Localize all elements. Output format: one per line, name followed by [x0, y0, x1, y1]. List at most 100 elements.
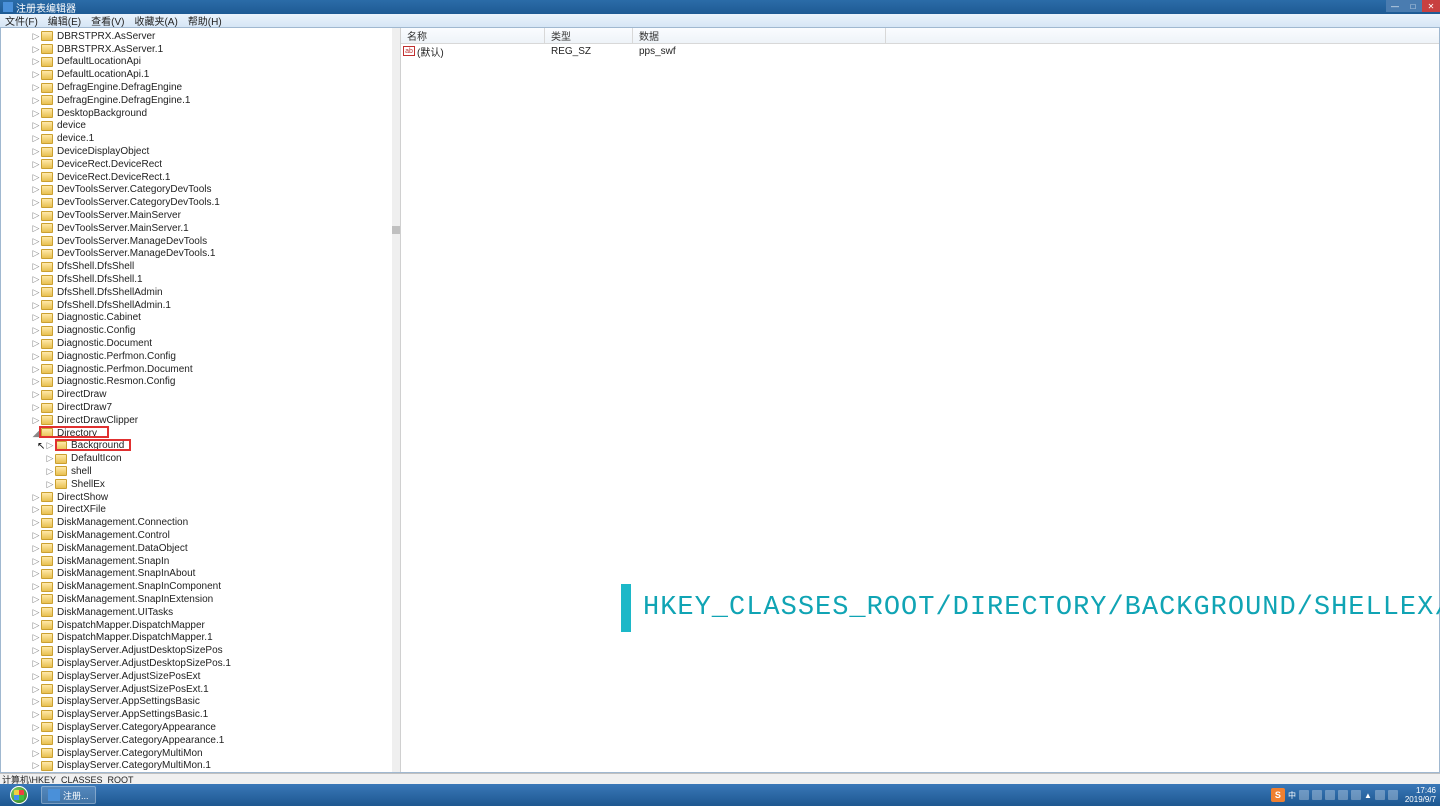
tree-item[interactable]: ▷DeviceDisplayObject: [1, 145, 400, 158]
expander-icon[interactable]: ▷: [31, 172, 41, 183]
tray-volume-icon[interactable]: [1375, 790, 1385, 800]
maximize-button[interactable]: □: [1404, 0, 1422, 12]
tree-item[interactable]: ◢Directory: [1, 427, 400, 440]
tree-item[interactable]: ▷DirectShow: [1, 491, 400, 504]
tray-shield-icon[interactable]: [1338, 790, 1348, 800]
expander-icon[interactable]: ▷: [31, 556, 41, 567]
tree-item[interactable]: ▷DiskManagement.SnapInComponent: [1, 580, 400, 593]
expander-icon[interactable]: ▷: [31, 44, 41, 55]
tree-item[interactable]: ▷DfsShell.DfsShell.1: [1, 273, 400, 286]
tree-item[interactable]: ▷DevToolsServer.ManageDevTools: [1, 235, 400, 248]
tree-item[interactable]: ▷DisplayServer.AdjustSizePosExt: [1, 670, 400, 683]
tree-item[interactable]: ▷DfsShell.DfsShell: [1, 260, 400, 273]
expander-icon[interactable]: ▷: [31, 530, 41, 541]
expander-icon[interactable]: ▷: [31, 376, 41, 387]
expander-icon[interactable]: ▷: [31, 760, 41, 771]
tree-item[interactable]: ▷DevToolsServer.ManageDevTools.1: [1, 248, 400, 261]
expander-icon[interactable]: ▷: [31, 146, 41, 157]
tree-item[interactable]: ▷DefragEngine.DefragEngine: [1, 81, 400, 94]
tree-item[interactable]: ▷Background: [1, 440, 400, 453]
tray-chevron-icon[interactable]: ▲: [1364, 791, 1372, 800]
expander-icon[interactable]: ▷: [31, 402, 41, 413]
tree-item[interactable]: ▷Diagnostic.Config: [1, 324, 400, 337]
expander-icon[interactable]: ▷: [31, 133, 41, 144]
expander-icon[interactable]: ▷: [31, 735, 41, 746]
tree-item[interactable]: ▷DevToolsServer.CategoryDevTools: [1, 184, 400, 197]
expander-icon[interactable]: ▷: [31, 709, 41, 720]
expander-icon[interactable]: ▷: [31, 197, 41, 208]
tree-item[interactable]: ▷DevToolsServer.MainServer: [1, 209, 400, 222]
tree-item[interactable]: ▷DBRSTPRX.AsServer.1: [1, 43, 400, 56]
tree-item[interactable]: ▷DiskManagement.SnapIn: [1, 555, 400, 568]
tree-item[interactable]: ▷DiskManagement.Connection: [1, 516, 400, 529]
expander-icon[interactable]: ▷: [31, 504, 41, 515]
tree-item[interactable]: ▷DisplayServer.CategoryAppearance.1: [1, 734, 400, 747]
expander-icon[interactable]: ▷: [31, 108, 41, 119]
ime-indicator[interactable]: 中: [1288, 790, 1296, 801]
expander-icon[interactable]: ▷: [31, 517, 41, 528]
tree-item[interactable]: ▷DiskManagement.SnapInExtension: [1, 593, 400, 606]
tree-item[interactable]: ▷DisplayServer.CategoryMultiMon: [1, 747, 400, 760]
tree-item[interactable]: ▷Diagnostic.Cabinet: [1, 312, 400, 325]
expander-icon[interactable]: ▷: [31, 415, 41, 426]
tray-headset-icon[interactable]: [1312, 790, 1322, 800]
expander-icon[interactable]: ▷: [31, 364, 41, 375]
tree-item[interactable]: ▷device: [1, 120, 400, 133]
tree-pane[interactable]: ▷DBRSTPRX.AsServer▷DBRSTPRX.AsServer.1▷D…: [1, 28, 401, 772]
expander-icon[interactable]: ▷: [31, 351, 41, 362]
tree-item[interactable]: ▷DfsShell.DfsShellAdmin: [1, 286, 400, 299]
menu-view[interactable]: 查看(V): [86, 13, 129, 28]
tray-monitor-icon[interactable]: [1351, 790, 1361, 800]
tree-item[interactable]: ▷DisplayServer.CategoryAppearance: [1, 721, 400, 734]
expander-icon[interactable]: ▷: [31, 338, 41, 349]
expander-icon[interactable]: ▷: [31, 159, 41, 170]
column-type[interactable]: 类型: [545, 28, 633, 43]
tree-item[interactable]: ▷device.1: [1, 132, 400, 145]
tree-item[interactable]: ▷DeviceRect.DeviceRect.1: [1, 171, 400, 184]
tree-item[interactable]: ▷DisplayServer.AdjustDesktopSizePos: [1, 644, 400, 657]
tree-item[interactable]: ▷DiskManagement.Control: [1, 529, 400, 542]
close-button[interactable]: ✕: [1422, 0, 1440, 12]
expander-icon[interactable]: ▷: [31, 56, 41, 67]
tree-item[interactable]: ▷DeviceRect.DeviceRect: [1, 158, 400, 171]
expander-icon[interactable]: ▷: [31, 620, 41, 631]
minimize-button[interactable]: —: [1386, 0, 1404, 12]
scrollbar-thumb[interactable]: [392, 226, 400, 234]
tree-item[interactable]: ▷DBRSTPRX.AsServer: [1, 30, 400, 43]
expander-icon[interactable]: ▷: [31, 236, 41, 247]
tree-item[interactable]: ▷shell: [1, 465, 400, 478]
expander-icon[interactable]: ▷: [31, 568, 41, 579]
tree-item[interactable]: ▷DiskManagement.SnapInAbout: [1, 567, 400, 580]
expander-icon[interactable]: ▷: [31, 748, 41, 759]
tree-item[interactable]: ▷DevToolsServer.CategoryDevTools.1: [1, 196, 400, 209]
tree-item[interactable]: ▷DisplayServer.AppSettingsBasic.1: [1, 708, 400, 721]
menu-edit[interactable]: 编辑(E): [43, 13, 86, 28]
expander-icon[interactable]: ▷: [31, 722, 41, 733]
expander-icon[interactable]: ▷: [31, 300, 41, 311]
tree-item[interactable]: ▷ShellEx: [1, 478, 400, 491]
tree-item[interactable]: ▷DesktopBackground: [1, 107, 400, 120]
tree-item[interactable]: ▷DispatchMapper.DispatchMapper.1: [1, 631, 400, 644]
expander-icon[interactable]: ▷: [31, 82, 41, 93]
expander-icon[interactable]: ▷: [31, 594, 41, 605]
tree-item[interactable]: ▷DiskManagement.DataObject: [1, 542, 400, 555]
expander-icon[interactable]: ▷: [31, 671, 41, 682]
expander-icon[interactable]: ▷: [31, 492, 41, 503]
titlebar[interactable]: 注册表编辑器 — □ ✕: [0, 0, 1440, 14]
tray-moon-icon[interactable]: [1299, 790, 1309, 800]
tree-item[interactable]: ▷DirectDraw: [1, 388, 400, 401]
expander-icon[interactable]: ▷: [31, 95, 41, 106]
expander-icon[interactable]: ▷: [31, 69, 41, 80]
expander-icon[interactable]: ▷: [45, 479, 55, 490]
tree-item[interactable]: ▷DisplayServer.AppSettingsBasic: [1, 695, 400, 708]
tree-item[interactable]: ▷DirectDrawClipper: [1, 414, 400, 427]
column-data[interactable]: 数据: [633, 28, 885, 43]
tree-item[interactable]: ▷DefaultLocationApi: [1, 56, 400, 69]
expander-icon[interactable]: ▷: [31, 543, 41, 554]
menu-help[interactable]: 帮助(H): [183, 13, 227, 28]
expander-icon[interactable]: ▷: [31, 248, 41, 259]
expander-icon[interactable]: ▷: [31, 184, 41, 195]
taskbar-clock[interactable]: 17:46 2019/9/7: [1405, 786, 1436, 804]
expander-icon[interactable]: ▷: [31, 120, 41, 131]
tree-item[interactable]: ▷DefaultLocationApi.1: [1, 68, 400, 81]
